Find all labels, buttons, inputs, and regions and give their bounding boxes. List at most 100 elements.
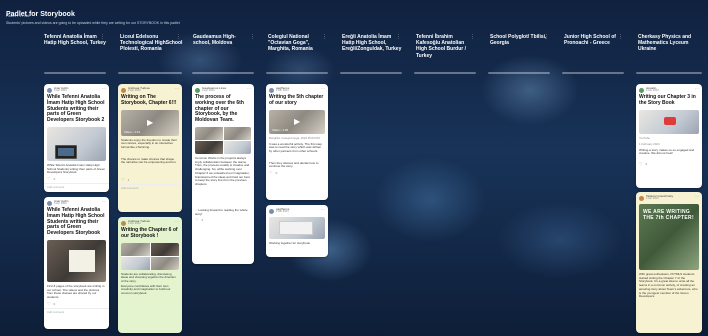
avatar — [639, 195, 644, 201]
add-comment-input[interactable]: Add comment — [44, 307, 109, 315]
post-video[interactable]: Video • 1:06 ▶ — [269, 109, 325, 134]
more-icon[interactable]: ⋯ — [102, 86, 106, 91]
gallery-image[interactable] — [223, 140, 251, 154]
notebook-image — [69, 249, 95, 272]
heart-icon[interactable]: ♡ — [195, 217, 199, 222]
more-icon[interactable]: ⋯ — [695, 86, 699, 91]
like-count: 0 — [53, 301, 56, 306]
add-post-bar[interactable] — [118, 72, 182, 74]
column-menu-icon[interactable]: ⋮ — [322, 34, 327, 40]
more-icon[interactable]: ⋯ — [321, 86, 325, 91]
heart-icon[interactable]: ♡ — [121, 177, 125, 182]
column-header-3: Gaudeamus High-school, Moldova — [193, 34, 236, 47]
add-comment-input[interactable]: Add comment — [118, 183, 182, 191]
column-menu-icon[interactable]: ⋮ — [618, 34, 623, 40]
post-image-gallery[interactable] — [121, 242, 179, 270]
column-menu-icon[interactable]: ⋮ — [250, 34, 255, 40]
add-post-bar[interactable] — [488, 72, 550, 74]
post-body-2: Everyone contributes with their own crea… — [121, 283, 171, 295]
youtube-play-icon[interactable] — [664, 116, 676, 125]
post-reactions: ♡ 0 — [44, 300, 109, 308]
more-icon[interactable]: ⋯ — [247, 86, 251, 91]
more-icon[interactable]: ⋯ — [175, 86, 179, 91]
post-card[interactable]: ⋯ Anar Aydin 5 Apr 2024 While Tefenni An… — [44, 84, 109, 192]
post-reactions: ♡ 1 — [118, 176, 182, 184]
video-label: Video • 1:12 — [124, 129, 141, 134]
padlet-board: { "header": { "crumb": "Padlet • 1 • Sat… — [0, 0, 708, 336]
add-comment-input[interactable]: Add comment — [44, 182, 109, 190]
add-post-bar[interactable] — [562, 72, 624, 74]
gallery-image[interactable] — [195, 140, 223, 154]
add-post-bar[interactable] — [44, 72, 106, 74]
add-post-bar[interactable] — [636, 72, 702, 74]
gallery-image[interactable] — [150, 242, 179, 256]
post-card[interactable]: ⋯ Anar Aydin 5 Apr 2024 While Tefenni An… — [44, 197, 109, 329]
avatar — [121, 87, 126, 93]
post-card[interactable]: ⋯ Andreea Tudose 2 Apr 2024 Writing on T… — [118, 84, 182, 212]
gallery-image[interactable] — [121, 242, 150, 256]
more-icon[interactable]: ⋯ — [695, 194, 699, 199]
whiteboard-image — [279, 221, 313, 235]
page-subtitle: Students' pictures and videos are going … — [6, 21, 180, 25]
heart-icon[interactable]: ♡ — [269, 170, 273, 175]
column-menu-icon[interactable]: ⋮ — [470, 34, 475, 40]
gallery-image[interactable] — [121, 256, 150, 270]
more-icon[interactable]: ⋯ — [175, 219, 179, 224]
gallery-image[interactable] — [223, 126, 251, 140]
post-image[interactable]: WE ARE WRITING THE 7th CHAPTER! — [639, 204, 699, 270]
column-menu-icon[interactable]: ⋮ — [396, 34, 401, 40]
post-time: 2 Apr 2024 — [128, 89, 141, 93]
like-count: 1 — [127, 177, 130, 182]
post-image[interactable] — [47, 126, 106, 161]
post-card[interactable]: ⋯ Tatiana Groushinsky 4 Apr 2024 WE ARE … — [636, 192, 702, 333]
gallery-image[interactable] — [150, 256, 179, 270]
avatar — [47, 87, 52, 93]
post-card[interactable]: ⋯ Gaudeamus Liceu 3 Apr 2024 The process… — [192, 84, 254, 264]
post-card[interactable]: ⋯ pagfheros 2 Apr 2024 Working together … — [266, 205, 328, 257]
post-video[interactable]: Video • 1:12 ▶ — [121, 109, 179, 136]
play-icon[interactable]: ▶ — [294, 117, 300, 126]
post-image[interactable] — [269, 217, 325, 239]
post-body-2: Then they discuss and decide how to cont… — [269, 160, 319, 169]
more-icon[interactable]: ⋯ — [321, 207, 325, 212]
post-title: Writing our Chapter 3 in the Story Book — [639, 94, 696, 106]
column-header-2: Liceul Edelsonu Technological HighSchool… — [120, 34, 183, 53]
add-post-bar[interactable] — [414, 72, 476, 74]
post-time: 4 Apr 2024 — [646, 197, 659, 201]
post-time: 5 Apr 2024 — [54, 89, 67, 93]
post-reactions: ♡ 0 — [44, 175, 109, 183]
post-card[interactable]: ⋯ pagfheros 2 Apr 2024 Writing the 5th c… — [266, 84, 328, 200]
column-menu-icon[interactable]: ⋮ — [100, 34, 105, 40]
chalkboard-text: WE ARE WRITING THE 7th CHAPTER! — [643, 209, 694, 221]
post-time: 2 Apr 2024 — [276, 89, 289, 93]
post-body: Common Works in the projects always impl… — [195, 155, 250, 186]
post-time: 2 Apr 2024 — [276, 210, 289, 214]
breadcrumb[interactable]: Padlet • 1 • Sat — [6, 4, 29, 18]
post-body: Students are collaborating, discussing i… — [121, 271, 176, 283]
gallery-image[interactable] — [195, 126, 223, 140]
heart-icon[interactable]: ♡ — [47, 176, 51, 181]
post-body: With great enthusiasm, FFTMLS students s… — [639, 272, 698, 299]
post-image[interactable] — [47, 239, 106, 282]
add-post-bar[interactable] — [192, 72, 254, 74]
more-icon[interactable]: ⋯ — [102, 199, 106, 204]
post-title: While Tefenni Anatolia İmam Hatip High S… — [47, 207, 105, 237]
heart-icon[interactable]: ♡ — [47, 301, 51, 306]
add-post-bar[interactable] — [266, 72, 328, 74]
youtube-embed[interactable] — [639, 109, 699, 134]
post-title: Writing on The Storybook, Chapter 6!!! — [121, 94, 177, 106]
post-reactions: ♡ 0 — [192, 216, 254, 224]
post-card[interactable]: ⋯ olusatin 4 Apr 2024 Writing our Chapte… — [636, 84, 702, 188]
post-time: 5 Apr 2024 — [54, 202, 67, 206]
column-menu-icon[interactable]: ⋮ — [176, 34, 181, 40]
avatar — [121, 220, 126, 226]
play-icon[interactable]: ▶ — [147, 118, 153, 127]
column-header-5: Ereğli Anatolia İmam Hatip High School, … — [342, 34, 402, 53]
post-card[interactable]: ⋯ Andreea Tudose 2 Apr 2024 Writing the … — [118, 217, 182, 333]
post-image-gallery[interactable] — [195, 126, 251, 154]
like-count: 0 — [645, 161, 648, 166]
add-post-bar[interactable] — [340, 72, 402, 74]
heart-icon[interactable]: ♡ — [639, 161, 643, 166]
column-menu-icon[interactable]: ⋮ — [544, 34, 549, 40]
post-reactions: ♡ 0 — [266, 169, 328, 177]
